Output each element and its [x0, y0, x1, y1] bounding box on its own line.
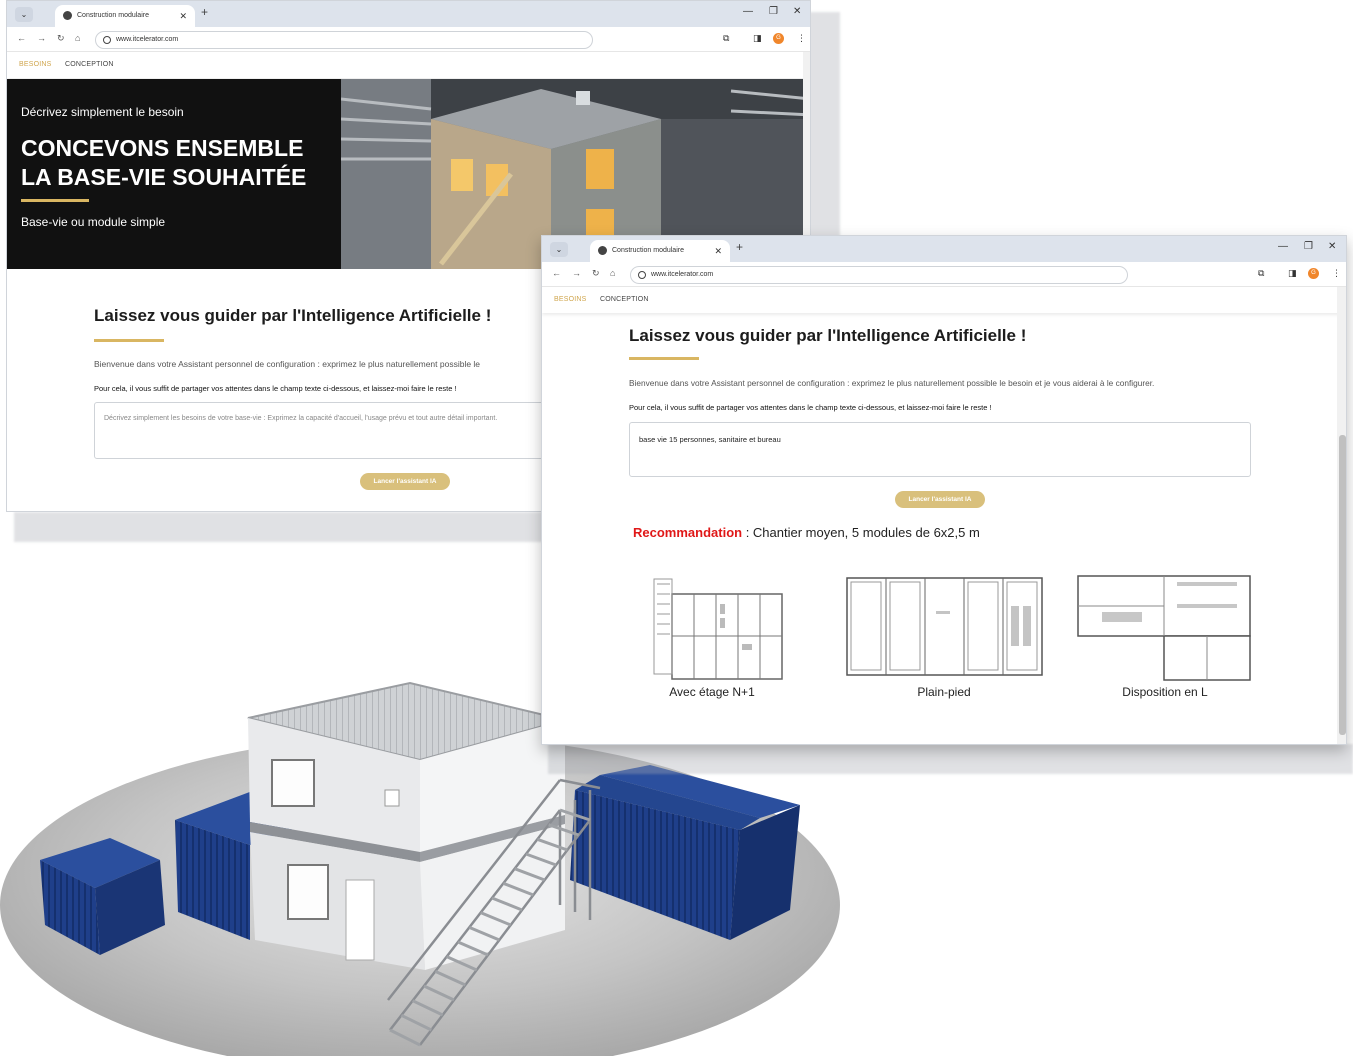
composite-screenshot: ⌄ Construction modulaire ✕ + — ❐ ✕ ← → ↻… [0, 0, 1353, 1056]
address-bar-row: ← → ↻ ⌂ www.itcelerator.com ⧉ ◨ G ⋮ [542, 262, 1346, 287]
floor-plan-with-upper-floor[interactable] [652, 574, 784, 682]
close-window-icon[interactable]: ✕ [1328, 241, 1336, 252]
site-info-icon[interactable] [638, 271, 646, 279]
heading-divider [94, 339, 164, 342]
nav-conception[interactable]: CONCEPTION [600, 296, 649, 303]
site-navigation: BESOINS CONCEPTION [542, 287, 1346, 313]
heading-divider [629, 357, 699, 360]
floor-plan-l-shape[interactable] [1077, 574, 1253, 682]
site-navigation: BESOINS CONCEPTION [7, 52, 810, 78]
recommendation-line: Recommandation : Chantier moyen, 5 modul… [633, 525, 980, 540]
side-panel-icon[interactable]: ◨ [753, 33, 762, 44]
close-icon[interactable]: ✕ [179, 5, 187, 27]
profile-avatar[interactable]: G [1308, 268, 1319, 279]
browser-window-2: ⌄ Construction modulaire ✕ + — ❐ ✕ ← → ↻… [541, 235, 1347, 745]
url-text: www.itcelerator.com [116, 36, 179, 43]
hero-title-line-2: LA BASE-VIE SOUHAITÉE [21, 164, 307, 190]
extensions-icon[interactable]: ⧉ [1258, 268, 1264, 279]
url-input[interactable]: www.itcelerator.com [95, 31, 593, 49]
hero-kicker: Décrivez simplement le besoin [21, 105, 184, 119]
site-info-icon[interactable] [103, 36, 111, 44]
assistant-heading: Laissez vous guider par l'Intelligence A… [94, 306, 492, 325]
instruction-text: Pour cela, il vous suffit de partager vo… [94, 384, 457, 393]
two-storey-module-building [247, 681, 566, 970]
recommendation-text: : Chantier moyen, 5 modules de 6x2,5 m [742, 525, 980, 540]
tab-bar: ⌄ Construction modulaire ✕ + — ❐ ✕ [542, 236, 1346, 262]
tab-search-button[interactable]: ⌄ [15, 7, 33, 22]
close-icon[interactable]: ✕ [714, 240, 722, 262]
home-icon[interactable]: ⌂ [610, 268, 615, 278]
recommendation-label: Recommandation [633, 525, 743, 540]
url-text: www.itcelerator.com [651, 271, 714, 278]
nav-conception[interactable]: CONCEPTION [65, 61, 114, 68]
hero-title-line-1: CONCEVONS ENSEMBLE [21, 135, 304, 161]
scrollbar[interactable] [1337, 287, 1346, 744]
forward-icon[interactable]: → [572, 268, 581, 278]
scrollbar-thumb[interactable] [1339, 435, 1346, 735]
reload-icon[interactable]: ↻ [592, 268, 600, 279]
url-input[interactable]: www.itcelerator.com [630, 266, 1128, 284]
needs-textarea[interactable]: Décrivez simplement les besoins de votre… [94, 402, 554, 459]
nav-besoins[interactable]: BESOINS [19, 61, 52, 68]
menu-icon[interactable]: ⋮ [1332, 268, 1341, 279]
forward-icon[interactable]: → [37, 33, 46, 43]
back-icon[interactable]: ← [552, 268, 561, 278]
minimize-icon[interactable]: — [743, 6, 753, 17]
launch-assistant-button[interactable]: Lancer l'assistant IA [895, 491, 985, 508]
home-icon[interactable]: ⌂ [75, 33, 80, 43]
assistant-heading: Laissez vous guider par l'Intelligence A… [629, 326, 1027, 345]
launch-assistant-button[interactable]: Lancer l'assistant IA [360, 473, 450, 490]
new-tab-button[interactable]: + [201, 5, 208, 19]
needs-textarea[interactable]: base vie 15 personnes, sanitaire et bure… [629, 422, 1251, 477]
instruction-text: Pour cela, il vous suffit de partager vo… [629, 403, 992, 412]
site-favicon-icon [63, 11, 72, 20]
plan-caption-2: Plain-pied [917, 685, 971, 699]
close-window-icon[interactable]: ✕ [793, 6, 801, 17]
menu-icon[interactable]: ⋮ [797, 33, 806, 44]
side-panel-icon[interactable]: ◨ [1288, 268, 1297, 279]
tab-search-button[interactable]: ⌄ [550, 242, 568, 257]
tab-bar: ⌄ Construction modulaire ✕ + — ❐ ✕ [7, 1, 810, 27]
browser-tab[interactable]: Construction modulaire ✕ [590, 240, 730, 262]
profile-avatar[interactable]: G [773, 33, 784, 44]
extensions-icon[interactable]: ⧉ [723, 33, 729, 44]
floor-plan-single-storey[interactable] [846, 576, 1044, 678]
tab-title: Construction modulaire [77, 12, 149, 19]
hero-title: CONCEVONS ENSEMBLE LA BASE-VIE SOUHAITÉE [21, 134, 341, 192]
reload-icon[interactable]: ↻ [57, 33, 65, 44]
welcome-text: Bienvenue dans votre Assistant personnel… [629, 378, 1155, 388]
hero-divider [21, 199, 89, 202]
back-icon[interactable]: ← [17, 33, 26, 43]
tab-title: Construction modulaire [612, 247, 684, 254]
minimize-icon[interactable]: — [1278, 241, 1288, 252]
new-tab-button[interactable]: + [736, 240, 743, 254]
welcome-text: Bienvenue dans votre Assistant personnel… [94, 359, 481, 369]
window-shadow [548, 744, 1353, 774]
restore-icon[interactable]: ❐ [769, 6, 778, 17]
address-bar-row: ← → ↻ ⌂ www.itcelerator.com ⧉ ◨ G ⋮ [7, 27, 810, 52]
plan-caption-1: Avec étage N+1 [669, 685, 755, 699]
nav-besoins[interactable]: BESOINS [554, 296, 587, 303]
plan-caption-3: Disposition en L [1122, 685, 1208, 699]
site-favicon-icon [598, 246, 607, 255]
browser-tab[interactable]: Construction modulaire ✕ [55, 5, 195, 27]
hero-subtitle: Base-vie ou module simple [21, 215, 166, 229]
restore-icon[interactable]: ❐ [1304, 241, 1313, 252]
